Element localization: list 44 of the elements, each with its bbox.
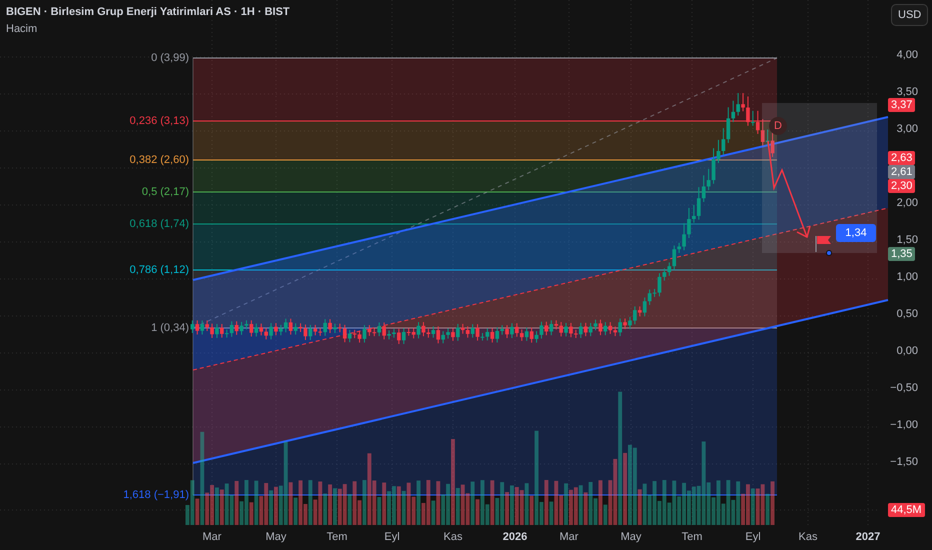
time-axis-label: Mar xyxy=(202,531,222,543)
time-axis-label: May xyxy=(266,531,286,543)
time-axis-label: 2027 xyxy=(856,531,880,543)
price-axis-label: 1,00 xyxy=(896,271,918,283)
time-axis-label: May xyxy=(620,531,642,543)
price-axis-label: −1,00 xyxy=(890,419,918,431)
anchor-dot[interactable] xyxy=(826,250,832,256)
price-axis-label: 3,00 xyxy=(896,123,918,135)
price-axis-label: 3,50 xyxy=(896,86,918,98)
price-badge: 3,37 xyxy=(888,98,916,112)
fib-level-label: 1,618 (−1,91) xyxy=(123,489,189,501)
time-axis-label: Tem xyxy=(682,531,702,543)
time-axis-label: Mar xyxy=(560,531,578,543)
price-axis-label: 0,00 xyxy=(896,345,918,357)
fib-level-label: 0,382 (2,60) xyxy=(130,154,189,166)
price-axis-label: −0,50 xyxy=(890,382,918,394)
price-callout: 1,34 xyxy=(836,224,876,242)
fib-level-label: 0,786 (1,12) xyxy=(130,264,189,276)
price-axis-label: 0,50 xyxy=(896,308,918,320)
time-axis-label: Eyl xyxy=(384,531,400,543)
fib-level-label: 0,618 (1,74) xyxy=(130,218,189,230)
price-badge: 2,30 xyxy=(888,179,916,193)
price-badge: 2,63 xyxy=(888,151,916,165)
point-marker: D xyxy=(769,117,787,135)
price-axis-label: 2,00 xyxy=(896,197,918,209)
symbol-title: BIGEN · Birlesim Grup Enerji Yatirimlari AS · 1H · BIST xyxy=(6,5,290,20)
time-axis-label: Kas xyxy=(798,531,818,543)
price-badge: 44,5M xyxy=(888,503,925,517)
price-badge: 2,61 xyxy=(888,165,916,179)
volume-indicator-label: Hacim xyxy=(6,22,38,36)
price-axis-label: 1,50 xyxy=(896,234,918,246)
time-axis-label: Tem xyxy=(326,531,348,543)
flag-icon xyxy=(816,236,831,252)
fib-level-label: 1 (0,34) xyxy=(151,322,189,334)
time-axis-label: Eyl xyxy=(745,531,761,543)
fib-level-label: 0 (3,99) xyxy=(151,52,189,64)
time-axis-label: 2026 xyxy=(502,531,528,543)
fib-level-label: 0,236 (3,13) xyxy=(130,115,189,127)
price-badge: 1,35 xyxy=(888,247,916,261)
time-axis-label: Kas xyxy=(444,531,462,543)
price-axis-label: 4,00 xyxy=(896,49,918,61)
currency-button[interactable]: USD xyxy=(891,4,928,26)
price-axis-label: −1,50 xyxy=(890,456,918,468)
fib-level-label: 0,5 (2,17) xyxy=(142,186,189,198)
